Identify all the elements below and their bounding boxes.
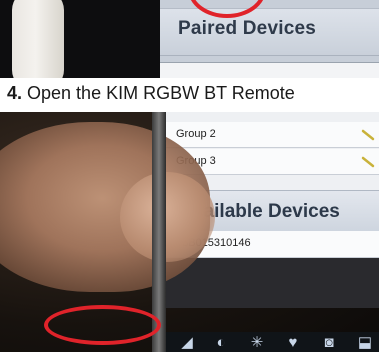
screen-empty-area [164,258,379,308]
step-number: 4. [7,83,23,103]
bottom-photo: Group 2 Group 3 Available Devices 08B015… [0,112,379,352]
sun-icon[interactable]: ✳ [248,334,266,352]
tab-icon-2[interactable]: ◐ [212,334,230,352]
step-text: Open the KIM RGBW BT Remote [22,83,295,103]
phone-screen-top: Paired Devices [160,0,379,78]
heart-icon[interactable]: ♥ [284,334,302,352]
group-label: Group 2 [176,128,216,140]
tab-icon-1[interactable]: ◢ [178,334,196,352]
paired-devices-title: Paired Devices [178,18,316,39]
group-row[interactable]: Group 2 [164,122,379,148]
list-row[interactable] [160,62,379,78]
camera-icon[interactable]: ◙ [320,334,338,352]
finger [12,0,64,78]
thumb-tip [120,172,215,262]
pencil-icon[interactable] [361,155,375,169]
instruction-caption: 4. Open the KIM RGBW BT Remote [7,83,295,104]
top-photo: Paired Devices [0,0,379,78]
pencil-icon[interactable] [361,128,375,142]
highlight-ellipse [44,305,161,345]
tab-icon-6[interactable]: ⬓ [356,334,374,352]
bottom-tab-bar: ◢ ◐ ✳ ♥ ◙ ⬓ [166,332,379,352]
